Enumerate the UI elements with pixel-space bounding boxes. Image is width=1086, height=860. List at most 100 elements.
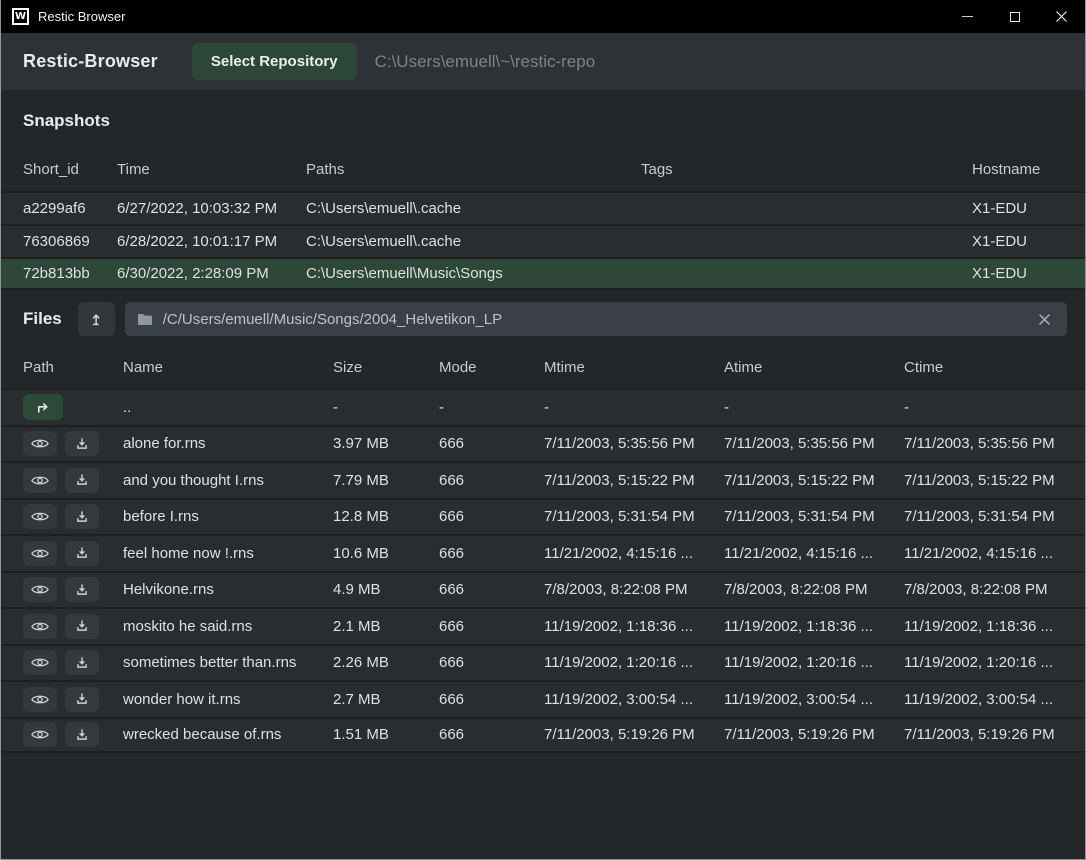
snapshot-paths: C:\Users\emuell\.cache xyxy=(306,233,641,250)
parent-directory-row[interactable]: .. - - - - - xyxy=(1,388,1085,425)
snapshot-row[interactable]: 72b813bb 6/30/2022, 2:28:09 PM C:\Users\… xyxy=(1,257,1085,290)
snapshot-time: 6/28/2022, 10:01:17 PM xyxy=(117,233,306,250)
preview-file-button[interactable] xyxy=(23,541,57,566)
file-ctime: 7/8/2003, 8:22:08 PM xyxy=(904,581,1085,598)
file-atime: 7/11/2003, 5:35:56 PM xyxy=(724,435,904,452)
snapshot-paths: C:\Users\emuell\.cache xyxy=(306,200,641,217)
file-mtime: 7/8/2003, 8:22:08 PM xyxy=(544,581,724,598)
file-mode: 666 xyxy=(439,581,544,598)
preview-file-button[interactable] xyxy=(23,722,57,747)
file-row[interactable]: moskito he said.rns 2.1 MB 666 11/19/200… xyxy=(1,607,1085,644)
download-file-button[interactable] xyxy=(65,504,99,529)
download-icon xyxy=(75,656,89,670)
current-path-value: /C/Users/emuell/Music/Songs/2004_Helveti… xyxy=(163,311,1023,328)
file-row[interactable]: alone for.rns 3.97 MB 666 7/11/2003, 5:3… xyxy=(1,425,1085,462)
preview-file-button[interactable] xyxy=(23,504,57,529)
file-mtime: 11/19/2002, 1:20:16 ... xyxy=(544,654,724,671)
snapshots-table-header: Short_id Time Paths Tags Hostname xyxy=(1,147,1085,191)
file-name: and you thought I.rns xyxy=(123,472,333,489)
close-button[interactable] xyxy=(1038,0,1085,33)
level-up-icon xyxy=(89,312,104,327)
download-file-button[interactable] xyxy=(65,577,99,602)
go-to-root-button[interactable] xyxy=(78,302,115,336)
snapshot-row[interactable]: a2299af6 6/27/2022, 10:03:32 PM C:\Users… xyxy=(1,191,1085,224)
download-file-button[interactable] xyxy=(65,722,99,747)
file-name: wonder how it.rns xyxy=(123,691,333,708)
clear-path-button[interactable] xyxy=(1033,308,1055,330)
eye-icon xyxy=(31,547,49,560)
file-ctime: 7/11/2003, 5:19:26 PM xyxy=(904,726,1085,743)
file-row[interactable]: and you thought I.rns 7.79 MB 666 7/11/2… xyxy=(1,461,1085,498)
preview-file-button[interactable] xyxy=(23,468,57,493)
parent-row-ctime: - xyxy=(904,399,1085,416)
file-mtime: 7/11/2003, 5:35:56 PM xyxy=(544,435,724,452)
download-icon xyxy=(75,728,89,742)
file-mtime: 7/11/2003, 5:19:26 PM xyxy=(544,726,724,743)
parent-row-mtime: - xyxy=(544,399,724,416)
file-ctime: 11/21/2002, 4:15:16 ... xyxy=(904,545,1085,562)
file-atime: 7/8/2003, 8:22:08 PM xyxy=(724,581,904,598)
download-file-button[interactable] xyxy=(65,431,99,456)
file-row[interactable]: wonder how it.rns 2.7 MB 666 11/19/2002,… xyxy=(1,680,1085,717)
file-size: 4.9 MB xyxy=(333,581,439,598)
file-name: before I.rns xyxy=(123,508,333,525)
column-header-time: Time xyxy=(117,161,306,178)
column-header-hostname: Hostname xyxy=(972,161,1085,178)
column-header-size: Size xyxy=(333,359,439,376)
column-header-mode: Mode xyxy=(439,359,544,376)
download-file-button[interactable] xyxy=(65,614,99,639)
snapshot-short-id: a2299af6 xyxy=(23,200,117,217)
maximize-icon xyxy=(1010,12,1020,22)
download-icon xyxy=(75,619,89,633)
select-repository-button[interactable]: Select Repository xyxy=(192,43,357,80)
file-ctime: 7/11/2003, 5:31:54 PM xyxy=(904,508,1085,525)
preview-file-button[interactable] xyxy=(23,431,57,456)
column-header-paths: Paths xyxy=(306,161,641,178)
preview-file-button[interactable] xyxy=(23,650,57,675)
go-parent-directory-button[interactable] xyxy=(23,394,63,420)
preview-file-button[interactable] xyxy=(23,687,57,712)
eye-icon xyxy=(31,728,49,741)
window-title: Restic Browser xyxy=(38,9,125,24)
eye-icon xyxy=(31,510,49,523)
eye-icon xyxy=(31,656,49,669)
snapshot-time: 6/30/2022, 2:28:09 PM xyxy=(117,265,306,282)
file-row[interactable]: Helvikone.rns 4.9 MB 666 7/8/2003, 8:22:… xyxy=(1,571,1085,608)
current-path-input[interactable]: /C/Users/emuell/Music/Songs/2004_Helveti… xyxy=(125,302,1067,336)
file-atime: 11/19/2002, 1:18:36 ... xyxy=(724,618,904,635)
download-file-button[interactable] xyxy=(65,468,99,493)
snapshot-row[interactable]: 76306869 6/28/2022, 10:01:17 PM C:\Users… xyxy=(1,224,1085,257)
download-file-button[interactable] xyxy=(65,541,99,566)
file-name: Helvikone.rns xyxy=(123,581,333,598)
download-file-button[interactable] xyxy=(65,687,99,712)
file-row[interactable]: feel home now !.rns 10.6 MB 666 11/21/20… xyxy=(1,534,1085,571)
file-atime: 7/11/2003, 5:15:22 PM xyxy=(724,472,904,489)
snapshots-section: Snapshots Short_id Time Paths Tags Hostn… xyxy=(1,90,1085,290)
parent-row-size: - xyxy=(333,399,439,416)
file-name: sometimes better than.rns xyxy=(123,654,333,671)
download-file-button[interactable] xyxy=(65,650,99,675)
close-icon xyxy=(1056,11,1067,22)
snapshot-hostname: X1-EDU xyxy=(972,265,1085,282)
snapshot-short-id: 76306869 xyxy=(23,233,117,250)
maximize-button[interactable] xyxy=(991,0,1038,33)
file-size: 12.8 MB xyxy=(333,508,439,525)
file-row[interactable]: wrecked because of.rns 1.51 MB 666 7/11/… xyxy=(1,717,1085,754)
download-icon xyxy=(75,473,89,487)
app-title: Restic-Browser xyxy=(23,51,158,72)
file-row[interactable]: before I.rns 12.8 MB 666 7/11/2003, 5:31… xyxy=(1,498,1085,535)
eye-icon xyxy=(31,620,49,633)
snapshot-time: 6/27/2022, 10:03:32 PM xyxy=(117,200,306,217)
app-window: W Restic Browser Restic-Browser Select R… xyxy=(0,0,1086,860)
parent-row-mode: - xyxy=(439,399,544,416)
files-heading: Files xyxy=(23,309,62,329)
minimize-button[interactable] xyxy=(944,0,991,33)
column-header-mtime: Mtime xyxy=(544,359,724,376)
preview-file-button[interactable] xyxy=(23,577,57,602)
file-row[interactable]: sometimes better than.rns 2.26 MB 666 11… xyxy=(1,644,1085,681)
eye-icon xyxy=(31,437,49,450)
preview-file-button[interactable] xyxy=(23,614,57,639)
folder-icon xyxy=(137,313,153,326)
snapshot-short-id: 72b813bb xyxy=(23,265,117,282)
file-atime: 11/19/2002, 3:00:54 ... xyxy=(724,691,904,708)
